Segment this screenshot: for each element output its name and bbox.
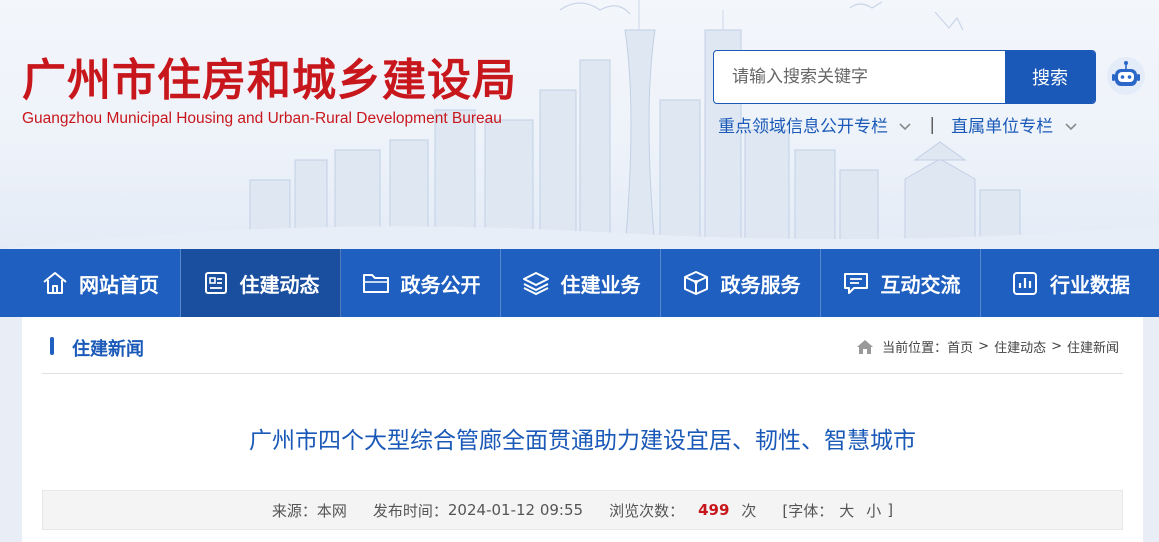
chevron-down-icon [899, 123, 911, 131]
nav-item-business[interactable]: 住建业务 [501, 249, 661, 317]
header-links: 重点领域信息公开专栏 | 直属单位专栏 [718, 112, 1077, 137]
article-title: 广州市四个大型综合管廊全面贯通助力建设宜居、韧性、智慧城市 [249, 428, 916, 454]
publish-time-label: 发布时间： [372, 501, 448, 520]
chat-icon [843, 273, 868, 294]
font-size-label: [字体： [782, 501, 834, 520]
section-header: 住建新闻 当前位置： 首页 > 住建动态 > 住建新闻 [42, 317, 1123, 374]
publish-time-value: 2024-01-12 09:55 [447, 501, 584, 519]
nav-item-home[interactable]: 网站首页 [0, 249, 181, 317]
robot-assistant-icon[interactable] [1106, 56, 1146, 96]
search-button[interactable]: 搜索 [1005, 51, 1095, 103]
layers-icon [522, 272, 549, 296]
nav-item-industry-data[interactable]: 行业数据 [981, 249, 1159, 317]
breadcrumb-separator: > [978, 339, 990, 354]
font-size-close: ] [887, 501, 894, 519]
section-title[interactable]: 住建新闻 [72, 335, 144, 361]
breadcrumb-item-home[interactable]: 首页 [947, 337, 973, 356]
home-icon [857, 339, 874, 354]
chart-icon [1013, 272, 1037, 295]
breadcrumb-separator: > [1051, 339, 1062, 354]
nav-item-services[interactable]: 政务服务 [661, 249, 821, 317]
nav-item-gov-affairs[interactable]: 政务公开 [341, 249, 501, 317]
source-label: 来源： [271, 501, 317, 520]
home-icon [43, 272, 67, 294]
page-side-left [0, 317, 22, 542]
news-icon [204, 272, 227, 294]
header-link-affiliated-units[interactable]: 直属单位专栏 [951, 112, 1077, 137]
box-icon [683, 271, 708, 295]
section-marker [50, 337, 54, 355]
site-header: 广州市住房和城乡建设局 Guangzhou Municipal Housing … [0, 0, 1159, 249]
folder-icon [362, 274, 389, 293]
header-link-separator: | [929, 114, 936, 135]
header-link-key-areas[interactable]: 重点领域信息公开专栏 [718, 112, 911, 137]
search-box: 搜索 [713, 50, 1096, 104]
site-logo-subtitle: Guangzhou Municipal Housing and Urban-Ru… [22, 110, 502, 127]
page-side-right [1143, 317, 1159, 542]
breadcrumb-item-dynamics[interactable]: 住建动态 [994, 337, 1046, 356]
chevron-down-icon [1064, 123, 1077, 131]
nav-item-interaction[interactable]: 互动交流 [821, 249, 981, 317]
search-input[interactable] [714, 51, 1006, 103]
views-unit: 次 [741, 501, 757, 520]
font-size-large-button[interactable]: 大 [839, 500, 854, 521]
source-value: 本网 [316, 501, 347, 520]
main-nav: 网站首页 住建动态 政务公开 住建业务 政务服务 互动交流 行业数据 [0, 249, 1159, 317]
font-size-small-button[interactable]: 小 [866, 500, 881, 521]
nav-item-news[interactable]: 住建动态 [181, 249, 341, 317]
breadcrumb-item-news[interactable]: 住建新闻 [1067, 337, 1119, 356]
views-label: 浏览次数： [609, 501, 685, 520]
views-count: 499 [698, 501, 730, 519]
article-panel: 住建新闻 当前位置： 首页 > 住建动态 > 住建新闻 广州市四个大型综合管廊全… [22, 317, 1143, 542]
article-meta-bar: 来源： 本网 发布时间： 2024-01-12 09:55 浏览次数： 499 … [42, 490, 1123, 530]
breadcrumb-prefix: 当前位置： [882, 341, 948, 356]
site-logo-title[interactable]: 广州市住房和城乡建设局 [22, 44, 517, 108]
breadcrumb: 当前位置： 首页 > 住建动态 > 住建新闻 [856, 337, 1119, 356]
